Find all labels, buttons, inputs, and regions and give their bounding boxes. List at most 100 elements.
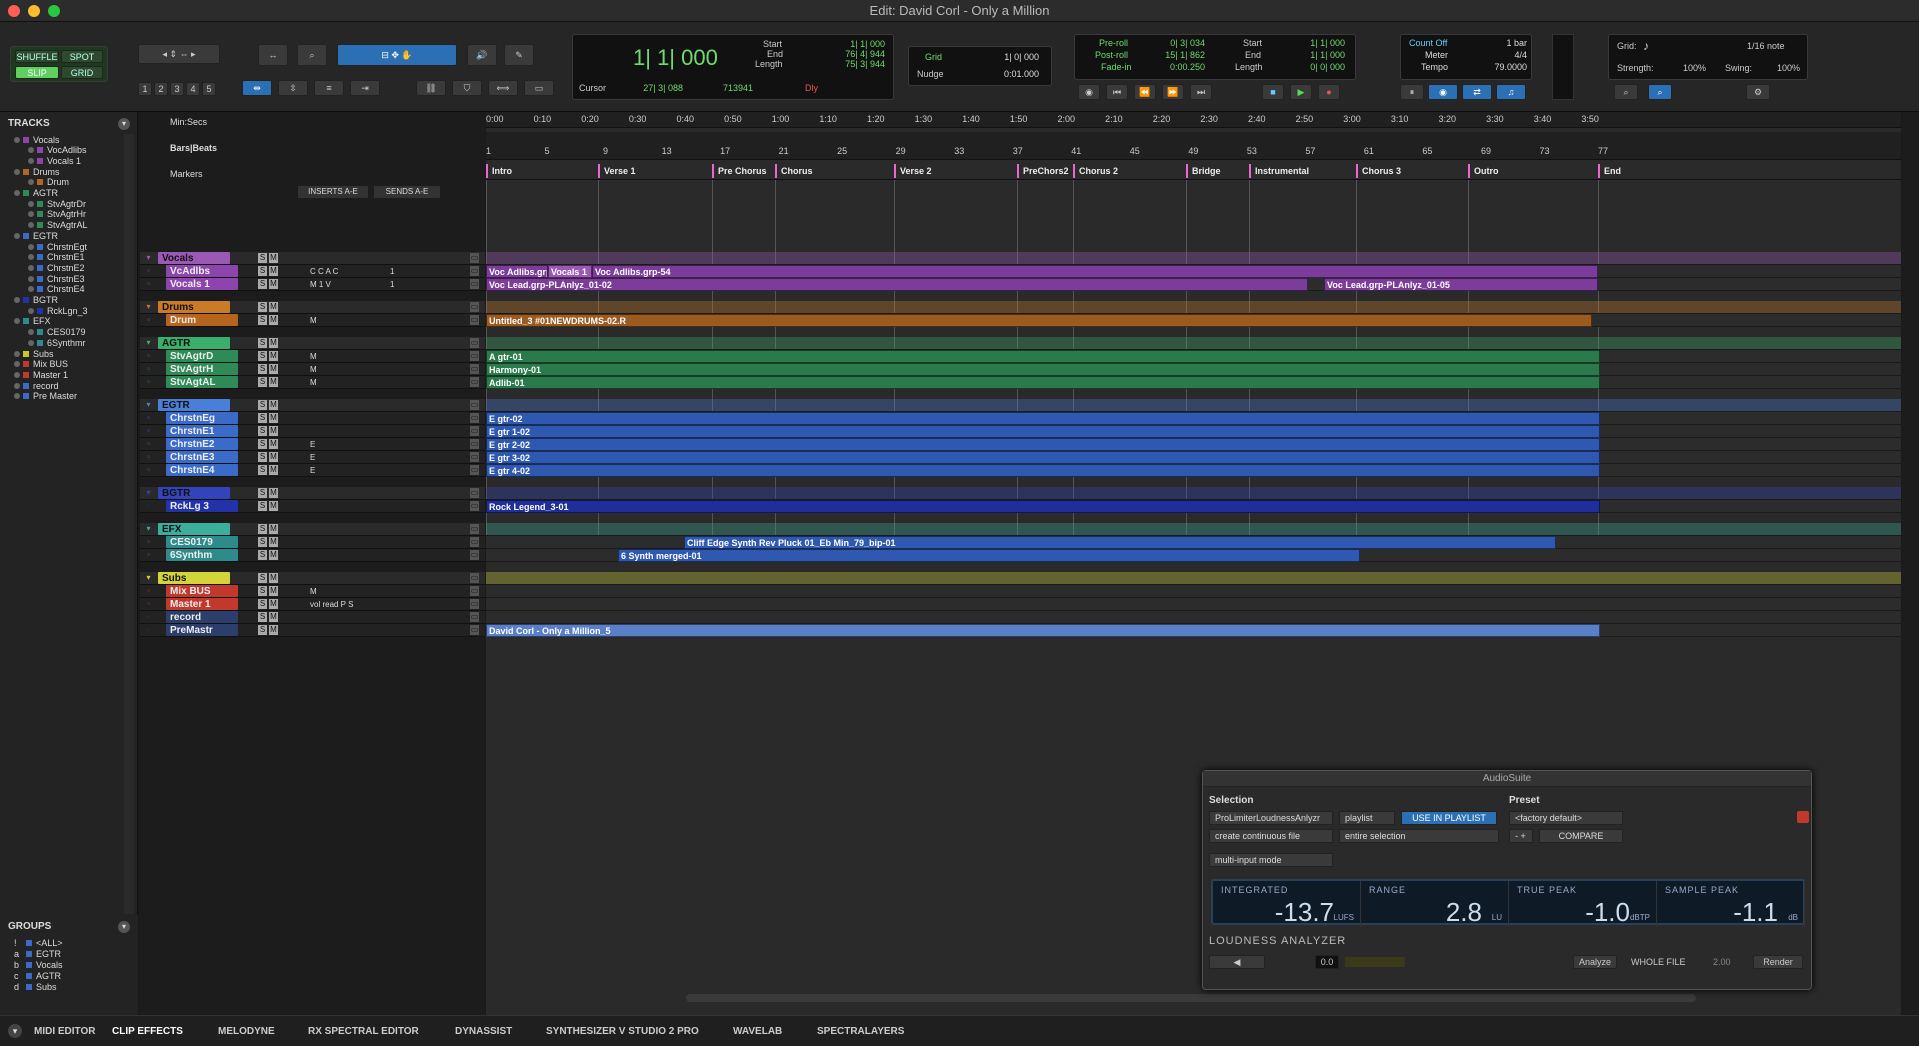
marker-chorus-3[interactable]: Chorus 3 [1356,164,1401,178]
show-hide-dot-icon[interactable] [14,168,20,175]
show-hide-dot-icon[interactable] [28,147,34,154]
mute-button[interactable]: M [269,612,278,622]
trim-select-grab-tools[interactable]: ⊟ ✥ ✋ [337,44,457,66]
mute-button[interactable]: M [269,439,278,449]
track-options-icon[interactable]: ▭ [470,315,479,325]
track-list-item[interactable]: ChrstnE1 [0,252,85,263]
track-expand-icon[interactable]: ◦ [144,465,153,475]
track-list-item[interactable]: StvAgtrAL [0,220,88,231]
mute-button[interactable]: M [269,351,278,361]
track-list-item[interactable]: Mix BUS [0,359,68,370]
meter-value[interactable]: 4/4 [1471,50,1527,60]
preset-selector[interactable]: <factory default> [1509,811,1623,825]
count-off-label[interactable]: Count Off [1409,38,1447,48]
solo-button[interactable]: S [258,501,267,511]
track-header[interactable]: ◦ ChrstnE2 S M E ▭ [140,438,485,451]
play-icon[interactable]: ▶ [1290,84,1312,100]
bottom-menu-icon[interactable]: ▾ [8,1024,22,1038]
track-options-icon[interactable]: ▭ [470,351,479,361]
mute-button[interactable]: M [269,426,278,436]
track-options-icon[interactable]: ▭ [470,625,479,635]
track-header[interactable]: ▾ EFX S M ▭ [140,523,485,536]
track-header[interactable]: ▾ AGTR S M ▭ [140,337,485,350]
track-header[interactable]: ◦ ChrstnE4 S M E ▭ [140,464,485,477]
close-window-button[interactable] [8,5,20,17]
zoom-preset-2[interactable]: 2 [154,82,168,96]
tracks-menu-icon[interactable]: ▾ [118,118,130,130]
preroll-value[interactable]: 0| 3| 034 [1145,38,1205,48]
search-icon[interactable]: ⌕ [1614,84,1638,100]
mute-button[interactable]: M [269,599,278,609]
track-expand-icon[interactable]: ◦ [144,612,153,622]
midi-merge-icon[interactable]: ⇄ [1462,84,1492,100]
bottom-tab-midi-editor[interactable]: MIDI EDITOR [34,1026,95,1037]
magnify-icon[interactable]: ⌕ [297,44,327,66]
track-name[interactable]: EFX [158,523,230,535]
track-expand-icon[interactable]: ▾ [144,400,153,410]
marker-end[interactable]: End [1598,164,1621,178]
track-options-icon[interactable]: ▭ [470,599,479,609]
minimize-window-button[interactable] [28,5,40,17]
show-hide-dot-icon[interactable] [28,243,34,250]
playlist-selector[interactable]: playlist [1339,811,1395,825]
track-expand-icon[interactable]: ◦ [144,315,153,325]
show-hide-dot-icon[interactable] [28,200,34,207]
track-header[interactable]: ◦ record S M ▭ [140,611,485,624]
track-list-item[interactable]: VocAdlibs [0,145,87,156]
track-header[interactable]: ◦ Master 1 S Mvol read P S ▭ [140,598,485,611]
solo-button[interactable]: S [258,302,267,312]
compare-button[interactable]: COMPARE [1539,829,1623,843]
track-options-icon[interactable]: ▭ [470,279,479,289]
track-inserts[interactable]: E [310,440,315,449]
zoom-controls[interactable]: ◂ ⇕ ⇔ ▸ [138,44,220,64]
mute-button[interactable]: M [269,452,278,462]
track-options-icon[interactable]: ▭ [470,377,479,387]
track-header[interactable]: ▾ Drums S M ▭ [140,301,485,314]
track-expand-icon[interactable]: ▾ [144,573,153,583]
grid-mode-button[interactable]: GRID [61,66,103,79]
show-hide-dot-icon[interactable] [28,264,34,271]
show-hide-dot-icon[interactable] [28,275,34,282]
track-list-item[interactable]: ChrstnE2 [0,262,85,273]
track-inserts[interactable]: C C A C [310,267,338,276]
track-options-icon[interactable]: ▭ [470,488,479,498]
track-list-item[interactable]: 6Synthmr [0,337,86,348]
analyze-button[interactable]: Analyze [1573,955,1617,969]
zoom-find-icon[interactable]: ⌕ [1648,84,1672,100]
track-name[interactable]: ChrstnE1 [166,425,238,437]
bottom-tab-spectralayers[interactable]: SPECTRALAYERS [817,1026,904,1037]
track-header[interactable]: ◦ RckLg 3 S M ▭ [140,500,485,513]
track-options-icon[interactable]: ▭ [470,364,479,374]
preview-icon[interactable]: ◀ [1209,955,1265,969]
mute-button[interactable]: M [269,488,278,498]
solo-button[interactable]: S [258,625,267,635]
track-expand-icon[interactable]: ◦ [144,377,153,387]
track-options-icon[interactable]: ▭ [470,302,479,312]
bottom-tab-clip-effects[interactable]: CLIP EFFECTS [112,1026,183,1037]
show-hide-dot-icon[interactable] [14,371,20,378]
audiosuite-title[interactable]: AudioSuite [1203,771,1811,787]
show-hide-dot-icon[interactable] [14,393,20,400]
track-list-item[interactable]: RckLgn_3 [0,305,88,316]
slip-mode-button[interactable]: SLIP [15,66,59,79]
selection-length-value[interactable]: 75| 3| 944 [805,59,885,69]
record-icon[interactable]: ● [1318,84,1340,100]
solo-button[interactable]: S [258,351,267,361]
audio-clip[interactable]: 6 Synth merged-01 [618,549,1360,562]
solo-button[interactable]: S [258,573,267,583]
metronome-icon[interactable]: ◉ [1428,84,1458,100]
show-hide-dot-icon[interactable] [28,222,34,229]
track-name[interactable]: Drum [166,314,238,326]
selection-start-value[interactable]: 1| 1| 000 [805,39,885,49]
solo-button[interactable]: S [258,413,267,423]
track-list-item[interactable]: StvAgtrDr [0,198,86,209]
inserts-column-header[interactable]: INSERTS A-E [298,186,368,198]
solo-button[interactable]: S [258,400,267,410]
strength-value[interactable]: 100% [1683,63,1706,73]
mirror-midi-icon[interactable]: ⇥ [350,80,380,96]
wait-for-note-icon[interactable]: ⏸ [1400,84,1424,100]
gear-icon[interactable]: ⚙ [1746,84,1770,100]
show-hide-dot-icon[interactable] [14,318,20,325]
track-expand-icon[interactable]: ◦ [144,501,153,511]
track-expand-icon[interactable]: ◦ [144,439,153,449]
